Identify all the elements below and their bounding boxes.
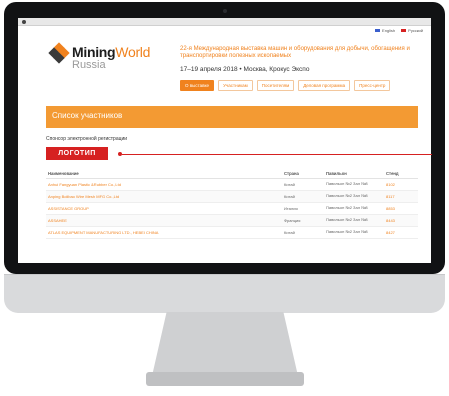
camera-dot — [223, 9, 227, 13]
table-row[interactable]: ASSISTANCE GROUP Италия Павильон №2 Зал №8… — [46, 203, 418, 215]
page-title: Список участников — [52, 111, 123, 120]
table-header: Наименование Страна Павильон Стенд — [46, 168, 418, 179]
event-title: 22-я Международная выставка машин и обор… — [180, 46, 410, 59]
exhibitor-name-link[interactable]: Anping Bolibao Wire Mesh MFG Co.,Ltd — [46, 194, 284, 199]
lang-russian-label: Русский — [408, 28, 423, 33]
table-row[interactable]: Anhui Fangyuan Plastic &Rubber Co.,Ltd Ки… — [46, 179, 418, 191]
exhibitor-name-link[interactable]: ASSAHEE — [46, 218, 284, 223]
nav-item[interactable]: Участникам — [218, 80, 253, 91]
exhibitor-country: Франция — [284, 218, 301, 223]
logo-word-accent: World — [115, 44, 151, 60]
event-date: 17–19 апреля 2018 • Москва, Крокус Экспо — [180, 66, 310, 73]
nav-item[interactable]: Посетителям — [256, 80, 295, 91]
lang-english-label: English — [382, 28, 396, 33]
exhibitor-name-link[interactable]: ATLAS EQUIPMENT MANUFACTURING LTD., HEBE… — [46, 230, 284, 235]
exhibitor-pavilion: Павильон №2 Зал №8 — [326, 181, 368, 187]
header-stand[interactable]: Стенд — [386, 171, 418, 176]
logo-mark-icon — [48, 42, 70, 64]
flag-uk-icon — [375, 29, 381, 33]
exhibitor-stand-link[interactable]: 8427 — [386, 230, 418, 235]
monitor-foot — [146, 372, 304, 386]
table-row[interactable]: ASSAHEE Франция Павильон №2 Зал №8 8443 — [46, 215, 418, 227]
logo-subtitle: Russia — [72, 59, 106, 71]
main-nav: О выставке Участникам Посетителям Деловая п… — [180, 80, 391, 91]
exhibitor-name-link[interactable]: ASSISTANCE GROUP — [46, 206, 284, 211]
exhibitor-pavilion: Павильон №2 Зал №8 — [326, 193, 368, 199]
browser-menubar — [18, 18, 431, 26]
lang-english[interactable]: English — [375, 28, 395, 33]
site-logo[interactable]: MiningWorld Russia — [48, 42, 150, 82]
exhibitor-country: Италия — [284, 206, 298, 211]
flag-ru-icon — [401, 29, 407, 33]
logo-title: MiningWorld — [72, 44, 150, 60]
exhibitor-name-link[interactable]: Anhui Fangyuan Plastic &Rubber Co.,Ltd — [46, 182, 284, 187]
monitor-chin — [4, 274, 445, 313]
header-pavilion[interactable]: Павильон — [326, 171, 386, 176]
apple-icon[interactable] — [22, 19, 26, 24]
page-banner: Список участников — [46, 106, 418, 128]
exhibitor-country: Китай — [284, 182, 295, 187]
exhibitor-stand-link[interactable]: 8443 — [386, 218, 418, 223]
exhibitor-pavilion: Павильон №2 Зал №8 — [326, 229, 368, 235]
exhibitor-pavilion: Павильон №2 Зал №8 — [326, 217, 368, 223]
monitor-stand — [152, 312, 298, 376]
lang-russian[interactable]: Русский — [401, 28, 423, 33]
logo-word-main: Mining — [72, 44, 116, 60]
nav-item[interactable]: Пресс-центр — [354, 80, 391, 91]
exhibitor-pavilion: Павильон №2 Зал №8 — [326, 205, 368, 211]
screen: English Русский MiningWorld Russia 22-я … — [18, 18, 431, 263]
table-row[interactable]: ATLAS EQUIPMENT MANUFACTURING LTD., HEBE… — [46, 227, 418, 239]
callout-line — [122, 153, 432, 155]
exhibitor-country: Китай — [284, 194, 295, 199]
exhibitor-stand-link[interactable]: 8102 — [386, 182, 418, 187]
imac-mockup: English Русский MiningWorld Russia 22-я … — [0, 0, 449, 396]
nav-item[interactable]: Деловая программа — [298, 80, 351, 91]
exhibitors-table: Наименование Страна Павильон Стенд Anhui… — [46, 168, 418, 239]
table-row[interactable]: Anping Bolibao Wire Mesh MFG Co.,Ltd Кита… — [46, 191, 418, 203]
header-name[interactable]: Наименование — [46, 171, 284, 176]
exhibitor-country: Китай — [284, 230, 295, 235]
exhibitor-stand-link[interactable]: 8853 — [386, 206, 418, 211]
header-country[interactable]: Страна — [284, 171, 326, 176]
nav-item[interactable]: О выставке — [180, 80, 215, 91]
table-body: Anhui Fangyuan Plastic &Rubber Co.,Ltd Ки… — [46, 179, 418, 239]
sponsor-logo-button[interactable]: ЛОГОТИП — [46, 147, 108, 160]
exhibitor-stand-link[interactable]: 8117 — [386, 194, 418, 199]
language-switcher: English Русский — [375, 28, 423, 33]
sponsor-label: Спонсор электронной регистрации — [46, 136, 128, 142]
